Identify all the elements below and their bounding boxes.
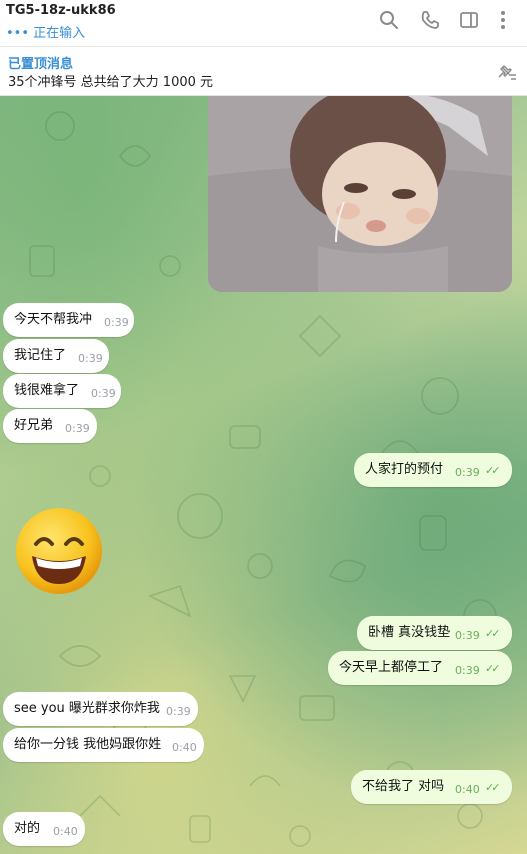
message-time: 0:40 [53, 825, 78, 838]
message-bubble-incoming[interactable]: 给你一分钱 我他妈跟你姓 0:40 [3, 728, 204, 762]
message-bubble-incoming[interactable]: 钱很难拿了 0:39 [3, 374, 121, 408]
message-time: 0:39 [455, 629, 480, 642]
message-bubble-incoming[interactable]: 对的 0:40 [3, 812, 85, 846]
message-bubble-outgoing[interactable]: 卧槽 真没钱垫 0:39 ✓✓ [357, 616, 512, 650]
message-time: 0:39 [455, 466, 480, 479]
pinned-text: 35个冲锋号 总共给了大力 1000 元 [8, 75, 214, 90]
message-text: 钱很难拿了 [14, 383, 80, 398]
message-time: 0:39 [166, 705, 191, 718]
message-bubble-outgoing[interactable]: 人家打的预付 0:39 ✓✓ [354, 453, 512, 487]
search-icon[interactable] [378, 9, 400, 31]
message-time: 0:39 [91, 387, 116, 400]
message-time: 0:39 [455, 664, 480, 677]
message-text: 不给我了 对吗 [362, 779, 445, 794]
pinned-message-bar[interactable]: 已置顶消息 35个冲锋号 总共给了大力 1000 元 [0, 47, 527, 96]
message-bubble-incoming[interactable]: 我记住了 0:39 [3, 339, 109, 373]
chat-header: TG5-18z-ukk86 ••• 正在输入 [0, 0, 527, 47]
message-time: 0:39 [65, 422, 90, 435]
message-time: 0:39 [78, 352, 103, 365]
pinned-list-icon[interactable] [495, 61, 517, 83]
message-text: 给你一分钱 我他妈跟你姓 [14, 737, 162, 752]
photo-message[interactable] [208, 96, 512, 292]
message-bubble-incoming[interactable]: 好兄弟 0:39 [3, 409, 97, 443]
grinning-emoji-icon[interactable] [14, 506, 104, 596]
message-text: 人家打的预付 [365, 462, 444, 477]
message-text: 卧槽 真没钱垫 [368, 625, 451, 640]
message-text: 我记住了 [14, 348, 67, 363]
read-receipt-icon: ✓✓ [485, 464, 501, 477]
message-time: 0:40 [172, 741, 197, 754]
message-bubble-outgoing[interactable]: 今天早上都停工了 0:39 ✓✓ [328, 651, 512, 685]
chat-title[interactable]: TG5-18z-ukk86 [6, 3, 116, 18]
phone-icon[interactable] [419, 9, 441, 31]
message-text: 今天不帮我冲 [14, 312, 93, 327]
message-time: 0:40 [455, 783, 480, 796]
more-options-icon[interactable] [492, 9, 514, 31]
message-text: 好兄弟 [14, 418, 54, 433]
chat-area[interactable]: 今天不帮我冲 0:39 我记住了 0:39 钱很难拿了 0:39 好兄弟 0:3… [0, 96, 527, 854]
message-time: 0:39 [104, 316, 129, 329]
typing-status: ••• 正在输入 [6, 26, 86, 41]
read-receipt-icon: ✓✓ [485, 781, 501, 794]
pinned-label: 已置顶消息 [8, 57, 74, 72]
message-text: 对的 [14, 821, 41, 836]
message-bubble-incoming[interactable]: 今天不帮我冲 0:39 [3, 303, 134, 337]
photo-image [208, 96, 512, 292]
read-receipt-icon: ✓✓ [485, 662, 501, 675]
sidebar-toggle-icon[interactable] [458, 9, 480, 31]
message-bubble-incoming[interactable]: see you 曝光群求你炸我 0:39 [3, 692, 198, 726]
read-receipt-icon: ✓✓ [485, 627, 501, 640]
message-text: see you 曝光群求你炸我 [14, 701, 160, 716]
message-bubble-outgoing[interactable]: 不给我了 对吗 0:40 ✓✓ [351, 770, 512, 804]
message-text: 今天早上都停工了 [339, 660, 444, 675]
